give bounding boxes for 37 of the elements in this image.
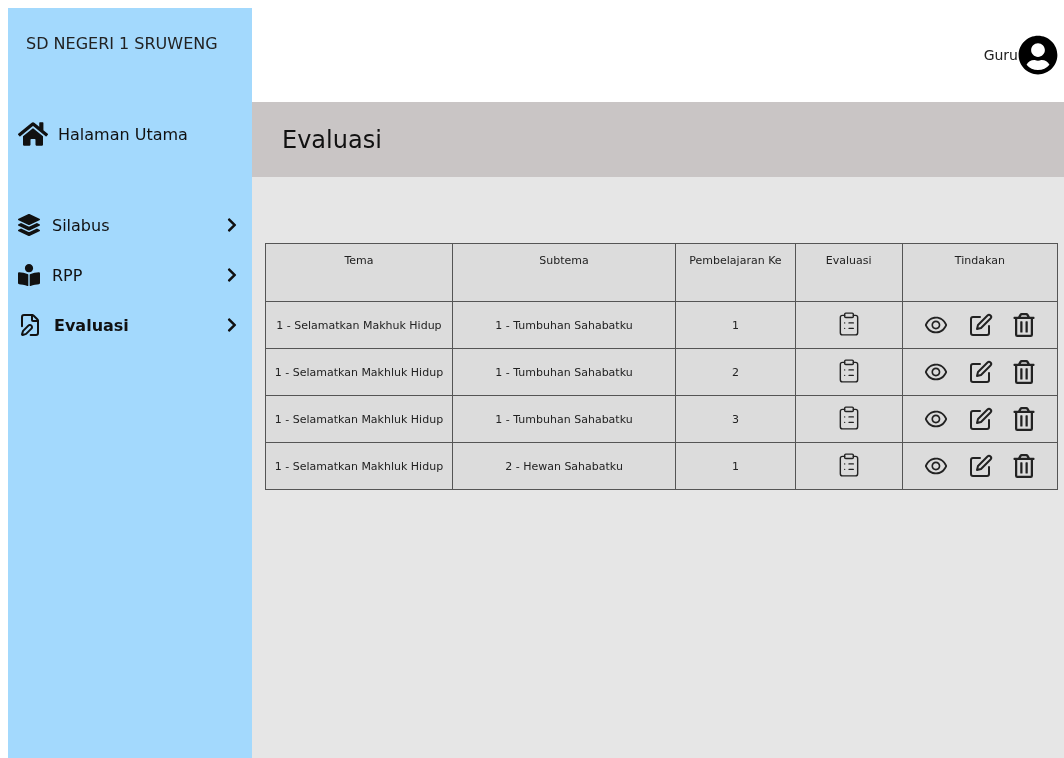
sidebar-item[interactable]: Silabus [8, 204, 252, 246]
delete-button[interactable] [1012, 313, 1037, 337]
books-icon [18, 214, 40, 236]
edit-button[interactable] [968, 360, 993, 384]
table-cell: 1 - Selamatkan Makhluk Hidup [265, 442, 453, 490]
table-cell: 2 [675, 348, 796, 396]
page-title: Evaluasi [282, 125, 382, 154]
table-cell: 1 - Selamatkan Makhuk Hidup [265, 301, 453, 349]
delete-button[interactable] [1012, 407, 1037, 431]
column-header: Tindakan [902, 243, 1058, 302]
table-cell: 2 - Hewan Sahabatku [452, 442, 676, 490]
home-link[interactable]: Halaman Utama [8, 110, 252, 158]
table-cell: 1 - Tumbuhan Sahabatku [452, 301, 676, 349]
edit-button[interactable] [968, 313, 993, 337]
sidebar-item[interactable]: RPP [8, 254, 252, 296]
table-cell: 1 - Tumbuhan Sahabatku [452, 348, 676, 396]
reader-icon [18, 264, 40, 286]
delete-button[interactable] [1012, 360, 1037, 384]
home-icon [18, 119, 48, 149]
user-name: Guru [983, 47, 1018, 63]
table-cell: 3 [675, 395, 796, 443]
column-header: Pembelajaran Ke [675, 243, 796, 302]
table-cell: 1 - Selamatkan Makhluk Hidup [265, 395, 453, 443]
column-header: Tema [265, 243, 453, 302]
delete-button[interactable] [1012, 454, 1037, 478]
table-cell: 1 - Tumbuhan Sahabatku [452, 395, 676, 443]
table-cell: 1 [675, 442, 796, 490]
table-cell: 1 [675, 301, 796, 349]
document-edit-icon [18, 313, 42, 337]
table-cell: 1 - Selamatkan Makhluk Hidup [265, 348, 453, 396]
school-name: SD NEGERI 1 SRUWENG [25, 33, 219, 55]
edit-button[interactable] [968, 407, 993, 431]
column-header: Subtema [452, 243, 676, 302]
edit-button[interactable] [968, 454, 993, 478]
user-avatar-icon[interactable] [1018, 35, 1058, 75]
column-header: Evaluasi [795, 243, 903, 302]
sidebar-item[interactable]: Evaluasi [8, 304, 252, 346]
